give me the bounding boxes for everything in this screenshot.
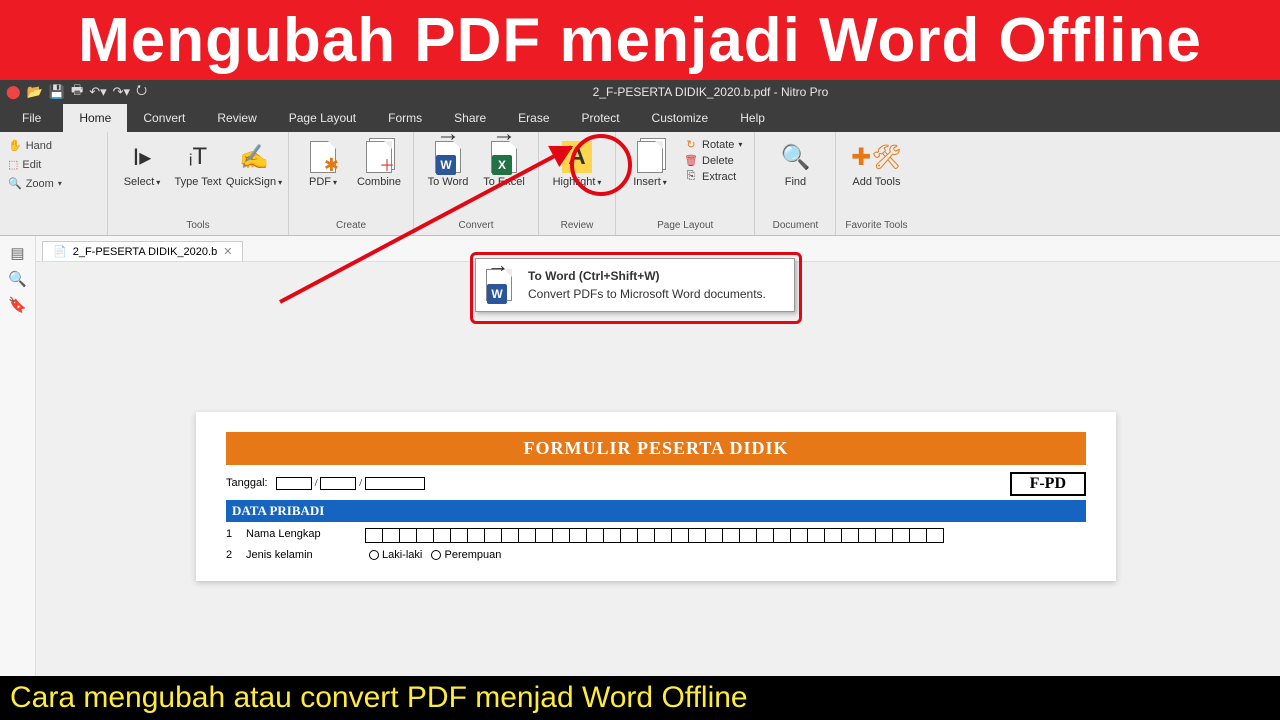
delete-icon: 🗑 xyxy=(684,154,698,167)
ribbon-view-tools: ✋Hand ⬚Edit 🔍Zoom ▾ xyxy=(0,132,108,235)
undo-icon[interactable]: ↶▾ xyxy=(89,84,106,100)
edit-tool[interactable]: ⬚Edit xyxy=(6,155,101,174)
redo-icon[interactable]: ↷▾ xyxy=(113,84,130,100)
hand-icon: ✋ xyxy=(8,139,22,152)
app-logo-icon: ⬤ xyxy=(6,84,21,100)
menu-home[interactable]: Home xyxy=(63,104,127,132)
quick-access-toolbar: ⬤ 📂 💾 🖶 ↶▾ ↷▾ ⭮ xyxy=(6,81,147,103)
edit-icon: ⬚ xyxy=(8,158,18,171)
page-canvas[interactable]: FORMULIR PESERTA DIDIK F-PD Tanggal: / /… xyxy=(36,262,1280,720)
section-header: DATA PRIBADI xyxy=(226,500,1086,522)
date-row: Tanggal: / / xyxy=(226,477,1086,490)
menu-file[interactable]: File xyxy=(0,104,63,132)
pages-panel-icon[interactable]: ▤ xyxy=(10,244,24,262)
tooltip-title: To Word (Ctrl+Shift+W) xyxy=(528,269,782,283)
menu-customize[interactable]: Customize xyxy=(636,104,725,132)
zoom-icon: 🔍 xyxy=(8,177,22,190)
delete-button[interactable]: 🗑Delete xyxy=(684,154,742,167)
find-icon: 🔍 xyxy=(780,140,810,174)
extract-icon: ⎘ xyxy=(684,170,698,183)
cursor-icon[interactable]: ⭮ xyxy=(136,81,147,103)
title-bar: ⬤ 📂 💾 🖶 ↶▾ ↷▾ ⭮ 2_F-PESERTA DIDIK_2020.b… xyxy=(0,80,1280,104)
group-label-page-layout: Page Layout xyxy=(657,218,713,233)
tab-close-icon[interactable]: ✕ xyxy=(223,245,232,258)
video-caption-banner: Cara mengubah atau convert PDF menjad Wo… xyxy=(0,676,1280,720)
zoom-tool[interactable]: 🔍Zoom ▾ xyxy=(6,174,101,193)
video-title-banner: Mengubah PDF menjadi Word Offline xyxy=(0,0,1280,80)
type-text-button[interactable]: ᵢTType Text xyxy=(172,136,224,192)
menu-forms[interactable]: Forms xyxy=(372,104,438,132)
group-favorite: ✚🛠Add Tools Favorite Tools xyxy=(836,132,916,235)
document-tab[interactable]: 📄 2_F-PESERTA DIDIK_2020.b ✕ xyxy=(42,241,243,261)
extract-button[interactable]: ⎘Extract xyxy=(684,170,742,183)
menu-help[interactable]: Help xyxy=(724,104,781,132)
combine-button[interactable]: ＋Combine xyxy=(353,136,405,192)
combine-icon: ＋ xyxy=(366,140,392,174)
ribbon: ✋Hand ⬚Edit 🔍Zoom ▾ I▸Select ᵢTType Text… xyxy=(0,132,1280,236)
select-button[interactable]: I▸Select xyxy=(116,136,168,192)
pdf-button[interactable]: ✱PDF xyxy=(297,136,349,192)
annotation-circle xyxy=(570,134,632,196)
tooltip-icon: →W xyxy=(486,269,512,301)
pdf-page: FORMULIR PESERTA DIDIK F-PD Tanggal: / /… xyxy=(196,412,1116,581)
group-document: 🔍Find Document xyxy=(755,132,836,235)
search-panel-icon[interactable]: 🔍 xyxy=(8,270,27,288)
group-tools: I▸Select ᵢTType Text ✍QuickSign Tools xyxy=(108,132,289,235)
to-word-icon: →W xyxy=(435,140,461,174)
menu-review[interactable]: Review xyxy=(201,104,272,132)
group-create: ✱PDF ＋Combine Create xyxy=(289,132,414,235)
menu-page-layout[interactable]: Page Layout xyxy=(273,104,372,132)
window-title: 2_F-PESERTA DIDIK_2020.b.pdf - Nitro Pro xyxy=(147,85,1274,99)
tooltip-description: Convert PDFs to Microsoft Word documents… xyxy=(528,287,782,301)
hand-tool[interactable]: ✋Hand xyxy=(6,136,101,155)
to-excel-icon: →X xyxy=(491,140,517,174)
rotate-icon: ↻ xyxy=(684,138,698,151)
pdf-file-icon: 📄 xyxy=(53,245,67,258)
rotate-button[interactable]: ↻Rotate ▾ xyxy=(684,138,742,151)
menu-bar: File Home Convert Review Page Layout For… xyxy=(0,104,1280,132)
group-label-tools: Tools xyxy=(186,218,209,233)
form-code: F-PD xyxy=(1010,472,1086,496)
select-icon: I▸ xyxy=(133,140,152,174)
side-panel: ▤ 🔍 🔖 xyxy=(0,236,36,720)
field-jenis-kelamin: 2Jenis kelamin Laki-laki Perempuan xyxy=(226,549,1086,561)
group-label-favorite: Favorite Tools xyxy=(845,218,907,233)
bookmarks-panel-icon[interactable]: 🔖 xyxy=(8,296,27,314)
group-label-convert: Convert xyxy=(458,218,493,233)
add-tools-icon: ✚🛠 xyxy=(851,140,902,174)
print-icon[interactable]: 🖶 xyxy=(71,81,83,103)
add-tools-button[interactable]: ✚🛠Add Tools xyxy=(844,136,908,192)
quicksign-button[interactable]: ✍QuickSign xyxy=(228,136,280,192)
insert-icon xyxy=(637,140,663,174)
menu-convert[interactable]: Convert xyxy=(127,104,201,132)
tooltip: →W To Word (Ctrl+Shift+W) Convert PDFs t… xyxy=(475,258,795,312)
group-page-layout: Insert ↻Rotate ▾ 🗑Delete ⎘Extract Page L… xyxy=(616,132,755,235)
type-text-icon: ᵢT xyxy=(189,140,207,174)
pdf-icon: ✱ xyxy=(310,140,336,174)
open-icon[interactable]: 📂 xyxy=(27,84,43,100)
group-label-create: Create xyxy=(336,218,366,233)
group-label-review: Review xyxy=(561,218,594,233)
to-word-button[interactable]: →WTo Word xyxy=(422,136,474,192)
tab-title: 2_F-PESERTA DIDIK_2020.b xyxy=(73,246,218,258)
form-header: FORMULIR PESERTA DIDIK xyxy=(226,432,1086,465)
quicksign-icon: ✍ xyxy=(239,140,269,174)
group-label-document: Document xyxy=(773,218,819,233)
menu-protect[interactable]: Protect xyxy=(566,104,636,132)
field-nama: 1Nama Lengkap xyxy=(226,528,1086,543)
find-button[interactable]: 🔍Find xyxy=(763,136,827,192)
save-icon[interactable]: 💾 xyxy=(49,84,65,100)
